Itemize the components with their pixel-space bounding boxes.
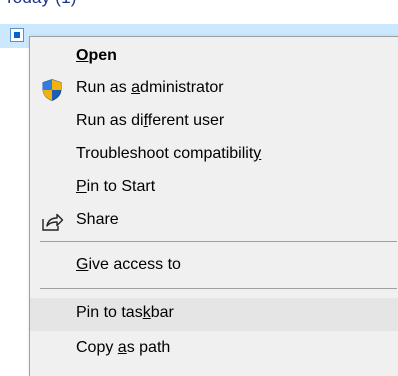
context-menu: Open Run as administrator Run as differe… (29, 36, 398, 376)
menu-item-pin-to-taskbar[interactable]: Pin to taskbar (30, 298, 398, 331)
menu-item-copy-as-path[interactable]: Copy as path (30, 333, 398, 366)
menu-item-open[interactable]: Open (30, 41, 398, 74)
menu-item-give-access-to[interactable]: Give access to (30, 250, 398, 283)
menu-separator (40, 288, 397, 289)
menu-separator (40, 241, 397, 242)
uac-shield-icon (40, 78, 64, 102)
group-header: Today (1) (4, 0, 77, 8)
menu-item-label: Troubleshoot compatibility (76, 145, 262, 162)
menu-item-label: Give access to (76, 256, 181, 273)
menu-item-run-as-administrator[interactable]: Run as administrator (30, 73, 398, 106)
menu-item-label: Copy as path (76, 339, 171, 356)
menu-item-label: Share (76, 211, 119, 228)
menu-item-label: Run as administrator (76, 79, 224, 96)
menu-item-label: Pin to taskbar (76, 304, 174, 321)
menu-item-troubleshoot-compatibility[interactable]: Troubleshoot compatibility (30, 139, 398, 172)
share-icon (40, 210, 64, 234)
menu-item-label: Open (76, 47, 117, 64)
menu-item-share[interactable]: Share (30, 205, 398, 238)
menu-item-label: Pin to Start (76, 178, 156, 195)
menu-item-run-as-different-user[interactable]: Run as different user (30, 106, 398, 139)
menu-item-label: Run as different user (76, 112, 225, 129)
file-icon (10, 28, 24, 42)
menu-item-pin-to-start[interactable]: Pin to Start (30, 172, 398, 205)
